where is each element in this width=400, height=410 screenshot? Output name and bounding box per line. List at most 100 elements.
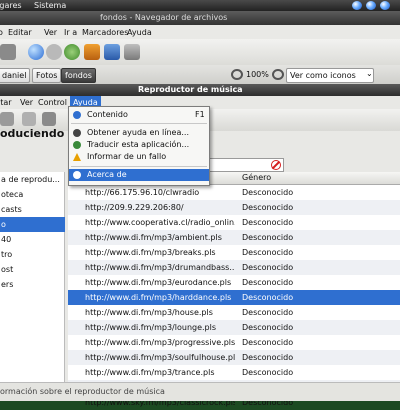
source-item[interactable]: ost — [0, 262, 65, 277]
home-icon[interactable] — [84, 44, 100, 60]
translate-icon — [73, 141, 81, 149]
table-row[interactable]: http://www.di.fm/mp3/ambient.pls Desconoc… — [68, 230, 400, 245]
search-icon[interactable] — [124, 44, 140, 60]
station-genre: Desconocido — [242, 353, 294, 362]
table-row[interactable]: http://www.cooperativa.cl/radio_onlin...… — [68, 215, 400, 230]
play-icon[interactable] — [22, 112, 36, 126]
file-browser-titlebar[interactable]: fondos - Navegador de archivos — [0, 11, 400, 25]
source-item[interactable]: o — [0, 217, 65, 232]
table-row[interactable]: http://66.175.96.10/clwradio Desconocido — [68, 185, 400, 200]
station-url: http://www.di.fm/mp3/soulfulhouse.pls — [85, 353, 235, 362]
reload-icon[interactable] — [64, 44, 80, 60]
chevron-down-icon[interactable]: ⌄ — [366, 69, 373, 78]
menu-view[interactable]: Ver — [20, 98, 33, 107]
zoom-in-icon[interactable] — [272, 69, 284, 80]
menu-item-translate[interactable]: Traducir esta aplicación... — [69, 139, 209, 151]
menu-go[interactable]: Ir a — [64, 28, 77, 37]
source-item[interactable]: casts — [0, 202, 65, 217]
computer-icon[interactable] — [104, 44, 120, 60]
status-bar: ormación sobre el reproductor de música — [0, 382, 400, 401]
table-row[interactable]: http://www.di.fm/mp3/drumandbass.... Desc… — [68, 260, 400, 275]
station-genre: Desconocido — [242, 338, 294, 347]
station-genre: Desconocido — [242, 203, 294, 212]
menu-help[interactable]: Ayuda — [127, 28, 152, 37]
breadcrumb-daniel[interactable]: daniel — [0, 68, 31, 83]
table-row[interactable]: http://www.di.fm/mp3/trance.pls Desconoci… — [68, 365, 400, 380]
station-genre: Desconocido — [242, 278, 294, 287]
table-row[interactable]: http://www.di.fm/mp3/house.pls Desconocid… — [68, 305, 400, 320]
table-row[interactable]: http://www.di.fm/mp3/lounge.pls Desconoci… — [68, 320, 400, 335]
zoom-out-icon[interactable] — [231, 69, 243, 80]
view-mode-select[interactable]: Ver como iconos — [286, 68, 374, 83]
menu-item-contents[interactable]: Contenido F1 — [69, 109, 209, 121]
file-browser-title: fondos - Navegador de archivos — [100, 13, 228, 22]
station-url: http://www.di.fm/mp3/progressive.pls — [85, 338, 235, 347]
zoom-level: 100% — [246, 70, 269, 79]
file-browser-toolbar — [0, 39, 400, 65]
source-item[interactable]: a de reprodu... — [0, 172, 65, 187]
breadcrumb-fondos[interactable]: fondos — [61, 68, 96, 83]
previous-icon[interactable] — [0, 112, 14, 126]
network-icon[interactable] — [352, 1, 362, 10]
source-item[interactable]: tro — [0, 247, 65, 262]
station-genre: Desconocido — [242, 308, 294, 317]
table-row[interactable]: http://www.di.fm/mp3/breaks.pls Desconoci… — [68, 245, 400, 260]
warning-icon — [73, 153, 81, 161]
music-player-titlebar[interactable]: Reproductor de música — [0, 84, 400, 96]
menu-bookmarks[interactable]: Marcadores — [82, 28, 128, 37]
station-url: http://www.cooperativa.cl/radio_onlin... — [85, 218, 235, 227]
desktop-top-panel: Lugares Sistema — [0, 0, 400, 11]
clear-search-icon[interactable] — [271, 160, 281, 170]
station-url: http://66.175.96.10/clwradio — [85, 188, 200, 197]
shortcut-label: F1 — [195, 110, 205, 119]
table-row[interactable]: http://www.di.fm/mp3/soulfulhouse.pls Des… — [68, 350, 400, 365]
breadcrumb-fotos[interactable]: Fotos — [32, 68, 62, 83]
places-menu[interactable]: Lugares — [0, 1, 22, 10]
station-url: http://www.di.fm/mp3/breaks.pls — [85, 248, 216, 257]
station-genre: Desconocido — [242, 233, 294, 242]
help-online-icon — [73, 129, 81, 137]
menu-item-about[interactable]: Acerca de — [69, 169, 209, 181]
source-item[interactable]: 40 — [0, 232, 65, 247]
table-row[interactable]: http://209.9.229.206:80/Desconocido — [68, 200, 400, 215]
source-item[interactable]: oteca — [0, 187, 65, 202]
location-bar: daniel Fotos fondos 100% Ver como iconos… — [0, 65, 400, 84]
system-menu[interactable]: Sistema — [34, 1, 66, 10]
menu-view[interactable]: Ver — [44, 28, 57, 37]
table-row[interactable]: http://www.di.fm/mp3/harddance.pls Descon… — [68, 290, 400, 305]
view-mode-value: Ver como iconos — [290, 71, 356, 80]
menu-item-report-bug[interactable]: Informar de un fallo — [69, 151, 209, 163]
next-icon[interactable] — [42, 112, 56, 126]
station-url: http://www.di.fm/mp3/trance.pls — [85, 368, 215, 377]
station-url: http://www.di.fm/mp3/drumandbass.... — [85, 263, 235, 272]
source-item[interactable]: ers — [0, 277, 65, 292]
volume-icon[interactable] — [366, 1, 376, 10]
station-genre: Desconocido — [242, 188, 294, 197]
station-url: http://www.di.fm/mp3/eurodance.pls — [85, 278, 232, 287]
menu-item-help-online[interactable]: Obtener ayuda en línea... — [69, 127, 209, 139]
table-row[interactable]: http://www.di.fm/mp3/eurodance.pls Descon… — [68, 275, 400, 290]
forward-icon[interactable] — [28, 44, 44, 60]
menu-edit[interactable]: itar — [0, 98, 12, 107]
station-url: http://www.di.fm/mp3/house.pls — [85, 308, 213, 317]
stop-icon[interactable] — [46, 44, 62, 60]
now-playing-heading: oduciendo — [0, 127, 65, 140]
station-genre: Desconocido — [242, 323, 294, 332]
station-genre: Desconocido — [242, 263, 294, 272]
station-url: http://209.9.229.206:80/ — [85, 203, 184, 212]
station-genre: Desconocido — [242, 368, 294, 377]
menu-control[interactable]: Control — [38, 98, 67, 107]
menu-edit[interactable]: Editar — [8, 28, 32, 37]
notification-icon[interactable] — [380, 1, 390, 10]
file-browser-menubar: o Editar Ver Ir a Marcadores Ayuda — [0, 25, 400, 39]
station-genre: Desconocido — [242, 248, 294, 257]
info-icon — [73, 171, 81, 179]
table-row[interactable]: http://www.di.fm/mp3/progressive.pls Desc… — [68, 335, 400, 350]
help-menu-dropdown: Contenido F1 Obtener ayuda en línea... T… — [68, 106, 210, 186]
back-icon[interactable] — [0, 44, 16, 60]
menu-file[interactable]: o — [0, 28, 3, 37]
station-url: http://www.di.fm/mp3/lounge.pls — [85, 323, 217, 332]
column-genre[interactable]: Género — [242, 173, 271, 182]
menu-separator — [71, 123, 207, 124]
station-url: http://www.di.fm/mp3/harddance.pls — [85, 293, 232, 302]
